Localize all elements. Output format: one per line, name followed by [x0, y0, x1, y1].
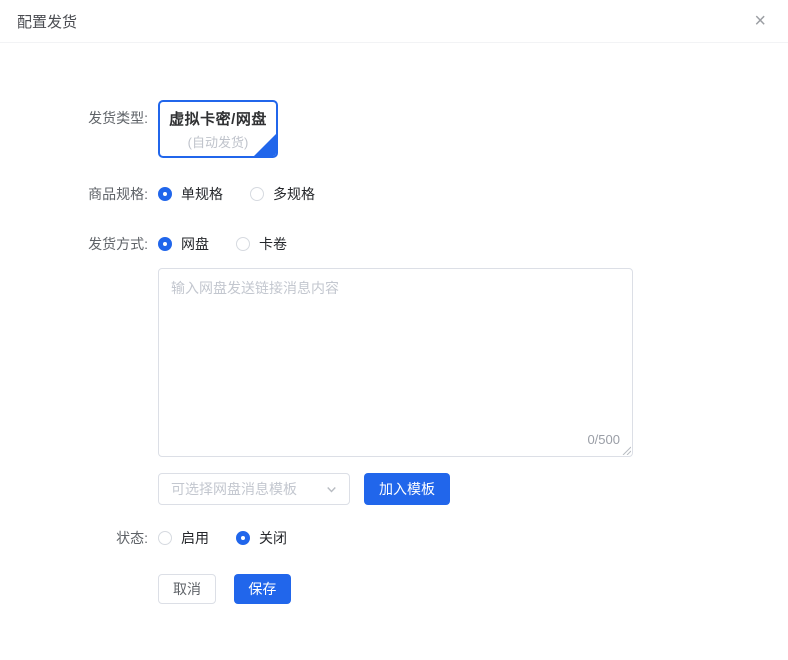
radio-option-single-spec[interactable]: 单规格 [158, 184, 223, 204]
radio-option-label: 关闭 [259, 528, 287, 548]
shipping-type-card-subtitle: (自动发货) [188, 132, 249, 151]
shipping-type-card-title: 虚拟卡密/网盘 [169, 108, 267, 129]
selected-corner-badge-icon [253, 133, 277, 157]
shipping-type-row: 发货类型: 虚拟卡密/网盘 (自动发货) [0, 100, 788, 158]
chevron-down-icon [325, 483, 338, 496]
radio-option-enable[interactable]: 启用 [158, 528, 209, 548]
template-controls: 可选择网盘消息模板 加入模板 [158, 473, 450, 505]
shipping-type-card[interactable]: 虚拟卡密/网盘 (自动发货) [158, 100, 278, 158]
status-label: 状态: [0, 528, 158, 548]
radio-option-multi-spec[interactable]: 多规格 [250, 184, 315, 204]
shipping-method-label: 发货方式: [0, 234, 158, 254]
radio-option-disable[interactable]: 关闭 [236, 528, 287, 548]
template-select-placeholder: 可选择网盘消息模板 [171, 479, 297, 499]
radio-icon [250, 187, 264, 201]
radio-option-card-voucher[interactable]: 卡卷 [236, 234, 287, 254]
message-textarea[interactable] [158, 268, 633, 457]
radio-option-label: 单规格 [181, 184, 223, 204]
configure-shipping-dialog: 配置发货 × 发货类型: 虚拟卡密/网盘 (自动发货) 商品规格: 单规格 [0, 0, 788, 660]
radio-option-label: 网盘 [181, 234, 209, 254]
close-icon: × [754, 10, 766, 32]
radio-icon [158, 187, 172, 201]
status-row: 状态: 启用 关闭 [0, 528, 788, 548]
product-spec-row: 商品规格: 单规格 多规格 [0, 184, 788, 204]
radio-icon [236, 531, 250, 545]
resize-handle-icon[interactable] [620, 444, 631, 455]
add-template-button[interactable]: 加入模板 [364, 473, 450, 505]
message-row: 0/500 [0, 268, 788, 457]
radio-option-label: 启用 [181, 528, 209, 548]
save-button[interactable]: 保存 [234, 574, 291, 604]
shipping-method-radio-group: 网盘 卡卷 [158, 234, 314, 254]
product-spec-radio-group: 单规格 多规格 [158, 184, 342, 204]
footer-actions-row: 取消 保存 [0, 574, 788, 604]
radio-icon [236, 237, 250, 251]
shipping-type-label: 发货类型: [0, 100, 158, 128]
dialog-body: 发货类型: 虚拟卡密/网盘 (自动发货) 商品规格: 单规格 多规格 [0, 43, 788, 604]
dialog-header: 配置发货 × [0, 0, 788, 43]
cancel-button[interactable]: 取消 [158, 574, 216, 604]
status-radio-group: 启用 关闭 [158, 528, 314, 548]
footer-buttons: 取消 保存 [158, 574, 291, 604]
template-row: 可选择网盘消息模板 加入模板 [0, 473, 788, 505]
radio-option-label: 卡卷 [259, 234, 287, 254]
message-textarea-wrap: 0/500 [158, 268, 633, 457]
template-select[interactable]: 可选择网盘消息模板 [158, 473, 350, 505]
close-button[interactable]: × [752, 9, 768, 33]
product-spec-label: 商品规格: [0, 184, 158, 204]
shipping-method-row: 发货方式: 网盘 卡卷 [0, 234, 788, 254]
radio-option-netdisk[interactable]: 网盘 [158, 234, 209, 254]
radio-icon [158, 237, 172, 251]
dialog-title: 配置发货 [17, 11, 77, 32]
radio-option-label: 多规格 [273, 184, 315, 204]
radio-icon [158, 531, 172, 545]
